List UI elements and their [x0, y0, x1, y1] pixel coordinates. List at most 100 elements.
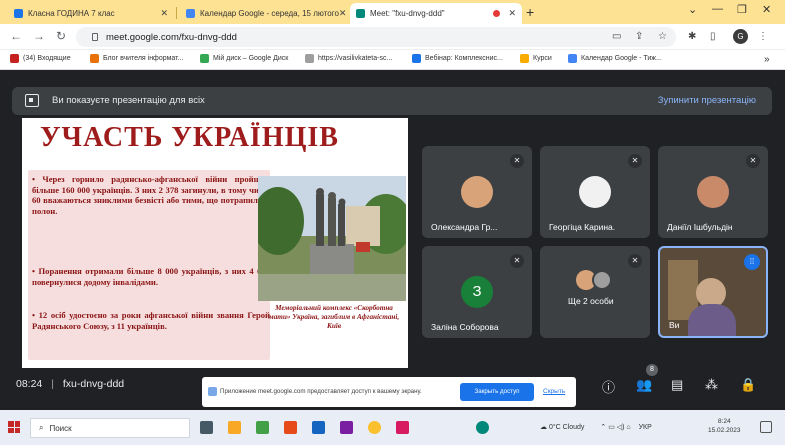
star-icon[interactable]: ☆	[658, 31, 667, 42]
docs-icon	[14, 9, 23, 18]
participant-tile[interactable]: ✕ Георгіца Карина.	[540, 146, 650, 238]
participant-tile[interactable]: ✕ Олександра Гр...	[422, 146, 532, 238]
courses-icon	[520, 54, 529, 63]
powerpoint-icon[interactable]	[284, 421, 297, 434]
minimize-button[interactable]: —	[712, 3, 723, 15]
people-icon[interactable]: 👥	[636, 377, 652, 393]
drive-icon	[200, 54, 209, 63]
language-indicator[interactable]: УКР	[639, 424, 652, 431]
tab-calendar[interactable]: Календар Google - середа, 15 лютого ✕	[180, 3, 346, 24]
bookmark-item[interactable]: Вебінар: Комплекснис...	[412, 54, 503, 63]
app-icon[interactable]	[256, 421, 269, 434]
browser-tab-strip: Класна ГОДИНА 7 клас ✕ Календар Google -…	[0, 0, 785, 24]
tab-meet[interactable]: Meet: "fxu-dnvg-ddd" ✕	[350, 3, 522, 24]
search-placeholder: Поиск	[49, 423, 72, 433]
avatar	[579, 176, 611, 208]
meeting-info: 08:24 | fxu-dnvg-ddd	[16, 378, 125, 390]
present-screen-icon	[25, 94, 39, 107]
chevron-right-icon[interactable]: »	[764, 54, 770, 65]
chevron-down-icon[interactable]: ⌄	[688, 3, 697, 16]
clock-time: 8:24	[717, 418, 731, 425]
slide-text-box: • Через горнило радянсько-афганської вій…	[28, 170, 270, 360]
participant-name: Олександра Гр...	[431, 222, 498, 232]
menu-kebab-icon[interactable]: ⋮	[758, 31, 768, 42]
app-icon[interactable]	[476, 421, 489, 434]
maximize-button[interactable]: ❐	[737, 3, 747, 16]
camera-icon[interactable]: ▭	[612, 31, 621, 42]
participant-name: Даніїл Ішбульдін	[667, 222, 733, 232]
page-icon	[305, 54, 314, 63]
screen-share-notification: Приложение meet.google.com предоставляет…	[202, 377, 576, 407]
participant-name: Заліна Соборова	[431, 322, 499, 332]
participant-tile-self[interactable]: ⁞⁞ Ви	[658, 246, 768, 338]
reload-icon[interactable]: ↻	[56, 29, 66, 43]
profile-avatar[interactable]: G	[733, 29, 748, 44]
bookmark-item[interactable]: Блог вчителя інформат...	[90, 54, 183, 63]
new-tab-button[interactable]: +	[526, 4, 534, 20]
close-icon[interactable]: ✕	[339, 8, 346, 19]
taskbar-search[interactable]: ⌕ Поиск	[30, 418, 190, 438]
address-bar[interactable]: meet.google.com/fxu-dnvg-ddd	[76, 27, 676, 47]
mic-off-icon: ✕	[628, 154, 642, 168]
taskbar-clock[interactable]: 8:24 15.02.2023	[708, 417, 741, 435]
app-icon[interactable]	[396, 421, 409, 434]
bookmark-item[interactable]: Календар Google - Тиж...	[568, 54, 662, 63]
slide-title: УЧАСТЬ УКРАЇНЦІВ	[40, 122, 339, 153]
task-view-icon[interactable]	[200, 421, 213, 434]
mic-off-icon: ✕	[628, 254, 642, 268]
stop-presenting-button[interactable]: Зупинити презентацію	[658, 95, 756, 106]
webinar-icon	[412, 54, 421, 63]
memorial-photo	[258, 176, 406, 301]
gmail-icon	[10, 54, 19, 63]
forward-arrow-icon[interactable]: →	[33, 29, 45, 43]
banner-text: Ви показуєте презентацію для всіх	[52, 95, 205, 106]
photo-caption: Меморіальний комплекс «Скорботна мати» У…	[268, 304, 400, 330]
tab-title: Meet: "fxu-dnvg-ddd"	[370, 9, 445, 18]
bookmark-item[interactable]: https://vasilivkateta-sc...	[305, 54, 392, 63]
windows-start-icon[interactable]	[8, 421, 20, 433]
hide-notification-link[interactable]: Скрыть	[543, 388, 565, 395]
avatar	[461, 176, 493, 208]
avatar	[592, 270, 612, 290]
host-controls-icon[interactable]: 🔒	[740, 377, 756, 393]
app-icon[interactable]	[340, 421, 353, 434]
slide-paragraph: • 12 осіб удостоєно за роки афганської в…	[32, 310, 270, 331]
recording-dot-icon	[493, 10, 501, 17]
slide-paragraph: • Через горнило радянсько-афганської вій…	[32, 174, 270, 216]
avatar	[697, 176, 729, 208]
notification-text: Приложение meet.google.com предоставляет…	[220, 388, 422, 395]
info-icon[interactable]: ⓘ	[602, 377, 615, 396]
notifications-icon[interactable]	[760, 421, 772, 433]
back-arrow-icon[interactable]: ←	[10, 29, 22, 43]
file-explorer-icon[interactable]	[228, 421, 241, 434]
meeting-time: 08:24	[16, 378, 43, 390]
bookmark-item[interactable]: Мій диск – Google Диск	[200, 54, 288, 63]
cloud-icon: ☁	[540, 424, 547, 431]
chat-icon[interactable]: ▤	[671, 377, 683, 393]
windows-taskbar: ⌕ Поиск ☁ 0°C Cloudy ⌃ ▭ ◁) ⌂ УКР 8:24 1…	[0, 410, 785, 445]
mic-off-icon: ✕	[510, 254, 524, 268]
stop-sharing-button[interactable]: Закрыть доступ	[460, 383, 534, 401]
browser-toolbar: ← → ↻ meet.google.com/fxu-dnvg-ddd ▭ ⇪ ☆…	[0, 24, 785, 50]
bookmark-item[interactable]: Курси	[520, 54, 552, 63]
participant-tile[interactable]: ✕ Ще 2 особи	[540, 246, 650, 338]
close-window-button[interactable]: ✕	[762, 3, 771, 16]
activities-icon[interactable]: ⁂	[705, 377, 718, 393]
close-icon[interactable]: ✕	[508, 8, 516, 19]
tab-class-hour[interactable]: Класна ГОДИНА 7 клас ✕	[8, 3, 174, 24]
participant-tile[interactable]: ✕ З Заліна Соборова	[422, 246, 532, 338]
word-icon[interactable]	[312, 421, 325, 434]
clock-date: 15.02.2023	[708, 427, 741, 434]
close-icon[interactable]: ✕	[160, 8, 168, 19]
bookmark-item[interactable]: (34) Входящие	[10, 54, 71, 63]
blog-icon	[90, 54, 99, 63]
meet-icon	[356, 9, 365, 18]
share-icon[interactable]: ⇪	[635, 31, 643, 42]
sidepanel-icon[interactable]: ▯	[710, 31, 716, 42]
participant-tile[interactable]: ✕ Даніїл Ішбульдін	[658, 146, 768, 238]
extensions-icon[interactable]: ✱	[688, 31, 696, 42]
tray-icons[interactable]: ⌃ ▭ ◁) ⌂	[600, 424, 630, 431]
bookmarks-bar: (34) Входящие Блог вчителя інформат... М…	[0, 50, 785, 70]
chrome-icon[interactable]	[368, 421, 381, 434]
calendar-icon	[186, 9, 195, 18]
